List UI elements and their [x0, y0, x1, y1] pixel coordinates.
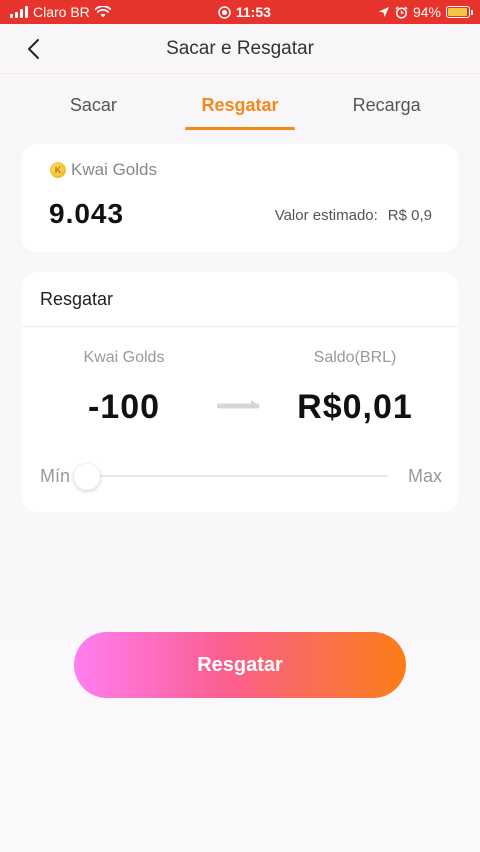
carrier-name: Claro BR — [33, 4, 90, 20]
battery-icon — [446, 6, 473, 18]
tab-recarga[interactable]: Recarga — [332, 85, 442, 126]
kwai-gold-coin-icon: K — [50, 162, 66, 178]
from-amount: -100 — [87, 388, 161, 426]
to-label: Saldo(BRL) — [313, 349, 397, 366]
estimate-label: Valor estimado: — [274, 207, 378, 224]
slider-track[interactable] — [94, 475, 388, 477]
tab-sacar[interactable]: Sacar — [38, 85, 148, 126]
redeem-card-title: Resgatar — [40, 289, 114, 309]
wifi-icon — [94, 6, 111, 18]
location-icon — [378, 7, 389, 17]
slider-handle[interactable] — [74, 464, 100, 490]
back-button[interactable] — [18, 34, 48, 64]
amount-slider: Mín Max — [40, 462, 442, 492]
status-bar-center: 11:53 — [218, 4, 271, 20]
status-bar-left: Claro BR — [10, 4, 111, 20]
screen-record-icon — [218, 5, 231, 19]
estimated-value: Valor estimado: R$ 0,9 — [275, 207, 432, 224]
estimate-amount: R$ 0,9 — [387, 207, 432, 224]
balance-card: K Kwai Golds 9.043 Valor estimado: R$ 0,… — [22, 144, 458, 252]
header: Sacar e Resgatar — [0, 24, 480, 74]
balance-label: Kwai Golds — [71, 160, 157, 179]
status-time: 11:53 — [235, 4, 271, 20]
from-label: Kwai Golds — [83, 349, 165, 366]
conversion-arrow-icon — [217, 400, 260, 409]
redeem-button[interactable]: Resgatar — [74, 632, 406, 698]
battery-percent: 94% — [412, 4, 441, 20]
slider-max-label: Max — [407, 466, 442, 486]
balance-value: 9.043 — [49, 198, 125, 229]
page-title: Sacar e Resgatar — [166, 37, 314, 59]
redeem-card: Resgatar Kwai Golds Saldo(BRL) -100 R$0,… — [22, 272, 458, 512]
signal-icon — [10, 6, 28, 18]
chevron-left-icon — [28, 39, 39, 59]
divider — [22, 326, 458, 327]
alarm-icon — [395, 5, 408, 19]
tab-resgatar[interactable]: Resgatar — [184, 85, 295, 130]
balance-label-row: K Kwai Golds — [50, 160, 157, 180]
tab-bar: Sacar Resgatar Recarga — [0, 75, 480, 135]
slider-min-label: Mín — [40, 466, 71, 486]
to-amount: R$0,01 — [297, 388, 413, 426]
status-bar-right: 94% — [378, 4, 473, 20]
status-bar: Claro BR 11:53 94% — [0, 0, 480, 24]
battery-fill — [448, 8, 467, 16]
